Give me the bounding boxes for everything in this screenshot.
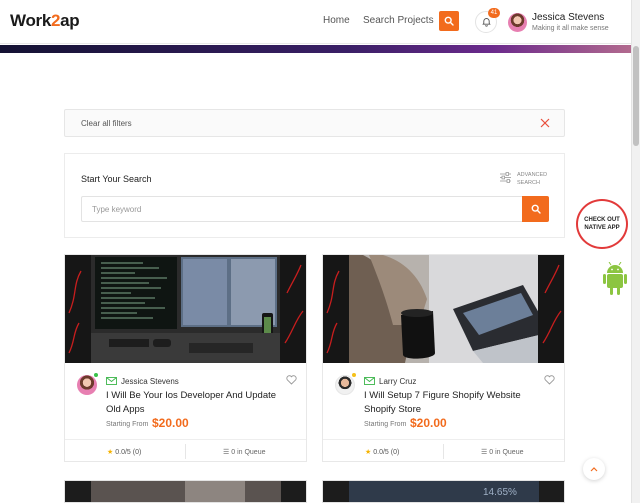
away-status-dot bbox=[351, 372, 357, 378]
rating-value: 0.0/5 (0) bbox=[373, 449, 400, 456]
service-card[interactable]: Larry Cruz I Will Setup 7 Figure Shopify… bbox=[322, 254, 565, 462]
advanced-search-link[interactable]: Advanced Search bbox=[517, 171, 557, 187]
logo-text-left: Work bbox=[10, 11, 51, 30]
search-submit-button[interactable] bbox=[522, 196, 549, 222]
seller-avatar[interactable] bbox=[335, 375, 355, 395]
service-title[interactable]: I Will Be Your Ios Developer And Update … bbox=[106, 389, 286, 417]
search-panel: Start Your Search Advanced Search bbox=[64, 153, 565, 238]
search-icon bbox=[444, 16, 454, 26]
rating-value: 0.0/5 (0) bbox=[115, 449, 142, 456]
service-card-peek[interactable]: 14.65% bbox=[322, 480, 565, 503]
footer-divider bbox=[185, 444, 186, 459]
search-keyword-input[interactable] bbox=[81, 196, 522, 222]
search-icon bbox=[531, 204, 541, 214]
top-header: Work2ap Home Search Projects 41 Jessica … bbox=[0, 0, 631, 44]
footer-divider bbox=[443, 444, 444, 459]
user-avatar[interactable] bbox=[508, 13, 527, 32]
list-icon: ☰ bbox=[223, 449, 230, 456]
scrollbar-thumb[interactable] bbox=[633, 46, 639, 146]
star-icon: ★ bbox=[107, 449, 114, 456]
queue: ☰ 0 in Queue bbox=[481, 448, 523, 456]
online-status-dot bbox=[93, 372, 99, 378]
chevron-up-icon bbox=[590, 467, 598, 472]
clear-filters-label[interactable]: Clear all filters bbox=[81, 119, 132, 128]
close-icon[interactable] bbox=[538, 116, 552, 130]
service-title[interactable]: I Will Setup 7 Figure Shopify Website Sh… bbox=[364, 389, 544, 417]
heart-icon[interactable] bbox=[286, 375, 297, 385]
seller-name[interactable]: Larry Cruz bbox=[379, 377, 416, 386]
banner-strip bbox=[0, 45, 631, 53]
seller-avatar[interactable] bbox=[77, 375, 97, 395]
envelope-icon bbox=[364, 377, 375, 385]
scroll-to-top-button[interactable] bbox=[583, 458, 605, 480]
page: Work2ap Home Search Projects 41 Jessica … bbox=[0, 0, 640, 503]
header-search-button[interactable] bbox=[439, 11, 459, 31]
service-price: $20.00 bbox=[152, 416, 189, 430]
queue: ☰ 0 in Queue bbox=[223, 448, 265, 456]
starting-from-label: Starting From bbox=[364, 421, 407, 428]
queue-count: 0 in Queue bbox=[489, 449, 524, 456]
service-image[interactable] bbox=[65, 255, 306, 363]
queue-count: 0 in Queue bbox=[231, 449, 266, 456]
sliders-icon[interactable] bbox=[499, 171, 512, 184]
user-name[interactable]: Jessica Stevens bbox=[532, 12, 604, 23]
list-icon: ☰ bbox=[481, 449, 488, 456]
nav-home-link[interactable]: Home bbox=[323, 15, 350, 26]
seller-name[interactable]: Jessica Stevens bbox=[121, 377, 179, 386]
service-card-peek[interactable] bbox=[64, 480, 307, 503]
nav-search-projects-link[interactable]: Search Projects bbox=[363, 15, 434, 26]
service-card[interactable]: Jessica Stevens I Will Be Your Ios Devel… bbox=[64, 254, 307, 462]
logo-text-right: ap bbox=[60, 11, 80, 30]
search-title: Start Your Search bbox=[81, 174, 152, 184]
native-app-badge[interactable]: CHECK OUT NATIVE APP bbox=[576, 199, 628, 249]
card-footer: ★ 0.0/5 (0) ☰ 0 in Queue bbox=[323, 439, 564, 462]
service-price: $20.00 bbox=[410, 416, 447, 430]
star-icon: ★ bbox=[365, 449, 372, 456]
heart-icon[interactable] bbox=[544, 375, 555, 385]
card-footer: ★ 0.0/5 (0) ☰ 0 in Queue bbox=[65, 439, 306, 462]
rating: ★ 0.0/5 (0) bbox=[365, 448, 399, 456]
envelope-icon bbox=[106, 377, 117, 385]
android-icon[interactable] bbox=[602, 262, 628, 296]
starting-from-label: Starting From bbox=[106, 421, 149, 428]
peek-figure-text: 14.65% bbox=[483, 487, 517, 498]
filters-bar: Clear all filters bbox=[64, 109, 565, 137]
native-app-label: CHECK OUT NATIVE APP bbox=[584, 217, 620, 231]
logo[interactable]: Work2ap bbox=[10, 11, 80, 31]
logo-text-mid: 2 bbox=[51, 11, 61, 30]
rating: ★ 0.0/5 (0) bbox=[107, 448, 141, 456]
service-image[interactable] bbox=[323, 255, 564, 363]
bell-icon bbox=[481, 18, 491, 27]
notifications-count-badge: 41 bbox=[488, 8, 500, 18]
user-tagline: Making it all make sense bbox=[532, 25, 609, 32]
